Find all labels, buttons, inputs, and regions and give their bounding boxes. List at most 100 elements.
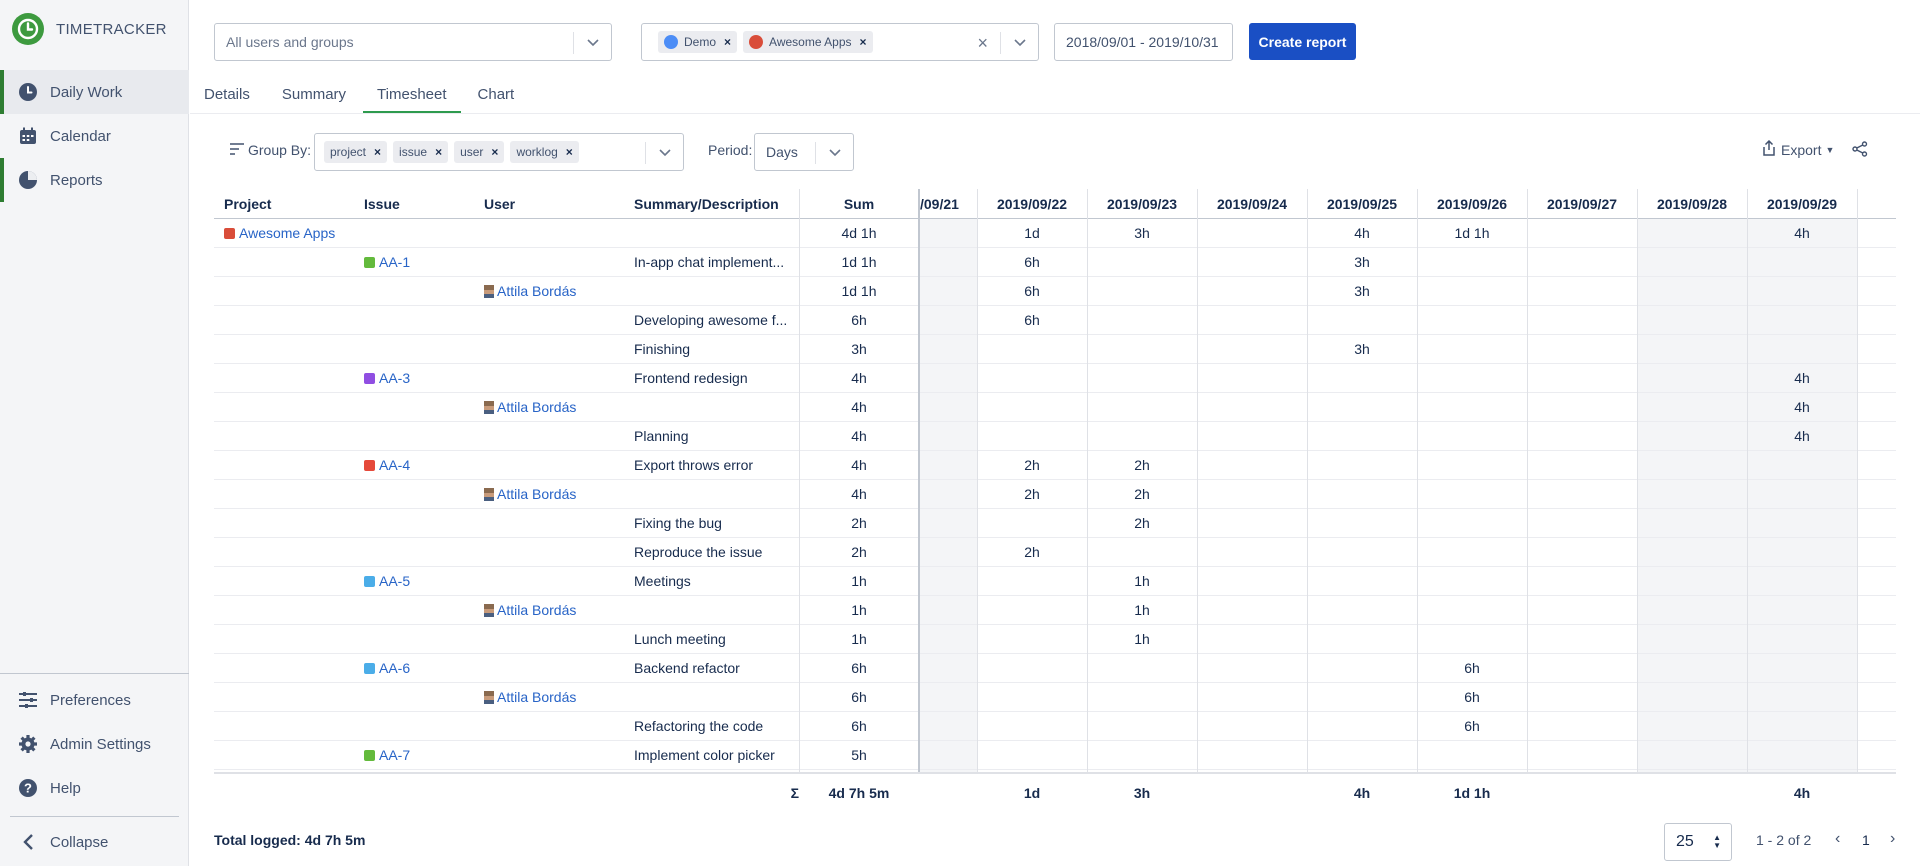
table-row[interactable]: Attila Bordás 6h 6h [214,683,1896,712]
column-header-project[interactable]: Project [224,189,271,219]
remove-chip-icon[interactable]: × [491,145,498,159]
table-row[interactable]: Awesome Apps 4d 1h 1d 3h 4h 1d 1h 4h [214,219,1896,248]
user-avatar [484,285,494,298]
calendar-icon [18,126,38,146]
date-column-divider [1637,189,1638,811]
group-by-select[interactable]: project × issue × user × worklog × [314,133,684,171]
issue-link[interactable]: AA-5 [364,567,484,596]
table-row[interactable]: Reproduce the issue 2h 2h [214,538,1896,567]
column-header-date[interactable]: 2019/09/29 [1747,189,1857,219]
table-row[interactable]: AA-3 Frontend redesign 4h 4h [214,364,1896,393]
export-button[interactable]: Export ▼ [1763,139,1834,159]
sidebar-item-calendar[interactable]: Calendar [0,114,189,158]
table-row[interactable]: Attila Bordás 4h 2h 2h [214,480,1896,509]
table-row[interactable]: AA-4 Export throws error 4h 2h 2h [214,451,1896,480]
chevron-down-icon[interactable] [1000,32,1038,54]
column-header-date[interactable]: 2019/09/23 [1087,189,1197,219]
column-header-date[interactable]: 2019/09/22 [977,189,1087,219]
sidebar-item-help[interactable]: ? Help [0,766,189,810]
chevron-down-icon[interactable] [573,32,611,54]
column-header-date[interactable]: 2019/09/25 [1307,189,1417,219]
column-header-date[interactable]: /09/21 [920,189,977,219]
user-link[interactable]: Attila Bordás [484,393,634,422]
app-logo[interactable]: TIMETRACKER [12,13,167,45]
users-groups-placeholder: All users and groups [226,34,354,50]
users-groups-select[interactable]: All users and groups [214,23,612,61]
table-row[interactable]: AA-5 Meetings 1h 1h [214,567,1896,596]
sum-cell: 1h [851,602,867,618]
remove-chip-icon[interactable]: × [435,145,442,159]
date-range-input[interactable]: 2018/09/01 - 2019/10/31 [1054,23,1233,61]
project-link[interactable]: Awesome Apps [224,219,364,248]
page-size-select[interactable]: 25 ▲ ▼ [1664,823,1732,861]
chevron-down-icon[interactable] [645,142,683,164]
share-icon[interactable] [1852,141,1868,160]
chip-label: worklog [516,145,558,159]
column-header-sum[interactable]: Sum [799,189,919,219]
prev-page-icon[interactable]: ‹ [1835,830,1840,848]
table-row[interactable]: AA-1 In-app chat implement... 1d 1h 6h 3h [214,248,1896,277]
sidebar-item-admin-settings[interactable]: Admin Settings [0,722,189,766]
table-row[interactable]: Attila Bordás 4h 4h [214,393,1896,422]
period-select[interactable]: Days [754,133,854,171]
issue-link[interactable]: AA-3 [364,364,484,393]
table-row[interactable]: AA-6 Backend refactor 6h 6h [214,654,1896,683]
table-row[interactable]: Developing awesome f... 6h 6h [214,306,1896,335]
sum-column-divider [799,189,800,811]
remove-chip-icon[interactable]: × [860,35,867,49]
tab-summary[interactable]: Summary [281,84,347,113]
clear-icon[interactable]: × [977,33,988,54]
issue-link[interactable]: AA-4 [364,451,484,480]
projects-select[interactable]: Demo × Awesome Apps × × [641,23,1039,61]
sidebar-item-collapse[interactable]: Collapse [0,820,189,864]
issue-link[interactable]: AA-1 [364,248,484,277]
issue-link[interactable]: AA-7 [364,741,484,770]
day-cell: 6h [1024,254,1040,270]
column-header-issue[interactable]: Issue [364,189,400,219]
column-header-date[interactable]: 2019/09/24 [1197,189,1307,219]
create-report-button[interactable]: Create report [1249,23,1356,60]
tab-timesheet[interactable]: Timesheet [363,84,461,113]
tab-details[interactable]: Details [203,84,251,113]
column-header-date[interactable]: 201 [1857,189,1896,219]
sidebar-item-preferences[interactable]: Preferences [0,678,189,722]
remove-chip-icon[interactable]: × [724,35,731,49]
table-row[interactable]: Planning 4h 4h [214,422,1896,451]
issue-link[interactable]: AA-6 [364,654,484,683]
sidebar-item-daily-work[interactable]: Daily Work [0,70,189,114]
summary-cell: Export throws error [634,457,754,473]
column-header-date[interactable]: 2019/09/28 [1637,189,1747,219]
period-value: Days [766,144,798,160]
sum-cell: 1d 1h [841,254,877,270]
user-link[interactable]: Attila Bordás [484,480,634,509]
table-row[interactable]: Lunch meeting 1h 1h [214,625,1896,654]
next-page-icon[interactable]: › [1890,830,1895,848]
user-link[interactable]: Attila Bordás [484,683,634,712]
chevron-down-icon[interactable] [815,142,853,164]
chip-label: Demo [684,35,717,49]
tabs-divider [190,113,1920,114]
column-header-user[interactable]: User [484,189,515,219]
column-header-date[interactable]: 2019/09/27 [1527,189,1637,219]
column-header-date[interactable]: 2019/09/26 [1417,189,1527,219]
tab-chart[interactable]: Chart [477,84,516,113]
sidebar-item-reports[interactable]: Reports [0,158,189,202]
user-name: Attila Bordás [497,602,577,618]
remove-chip-icon[interactable]: × [566,145,573,159]
table-row[interactable]: Attila Bordás 1h 1h [214,596,1896,625]
user-link[interactable]: Attila Bordás [484,596,634,625]
table-row[interactable]: AA-7 Implement color picker 5h [214,741,1896,770]
page-size-value: 25 [1676,833,1694,850]
reports-icon [18,170,38,190]
column-header-summary[interactable]: Summary/Description [634,189,779,219]
table-row[interactable]: Fixing the bug 2h 2h [214,509,1896,538]
remove-chip-icon[interactable]: × [374,145,381,159]
date-column-divider [1197,189,1198,811]
table-row[interactable]: Refactoring the code 6h 6h [214,712,1896,741]
current-page[interactable]: 1 [1862,832,1870,848]
table-row[interactable]: Attila Bordás 1d 1h 6h 3h [214,277,1896,306]
user-link[interactable]: Attila Bordás [484,277,634,306]
user-avatar [484,604,494,617]
totals-sum: 4d 7h 5m [828,785,890,801]
table-row[interactable]: Finishing 3h 3h [214,335,1896,364]
